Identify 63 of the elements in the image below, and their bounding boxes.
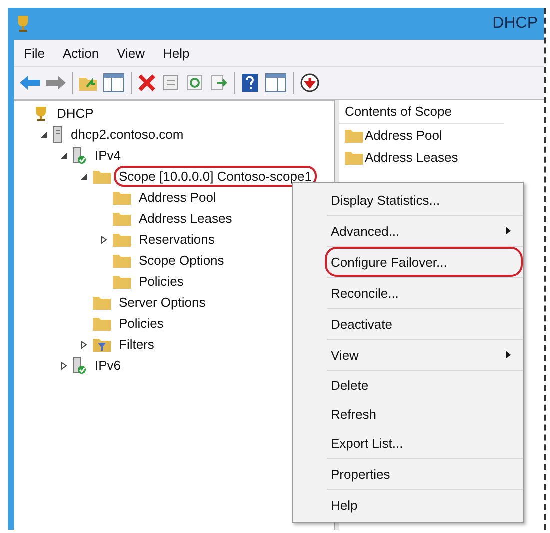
expand-arrow-icon[interactable] bbox=[81, 340, 87, 348]
tree-item[interactable]: Address Leases bbox=[134, 208, 238, 229]
help-icon[interactable] bbox=[241, 73, 259, 93]
column-header[interactable]: Contents of Scope bbox=[339, 100, 504, 124]
refresh-icon[interactable] bbox=[186, 74, 204, 92]
folder-icon bbox=[113, 274, 131, 289]
menu-item[interactable]: File bbox=[24, 46, 45, 60]
menu-item[interactable]: Refresh bbox=[325, 400, 523, 429]
tree-item[interactable]: IPv6 bbox=[90, 355, 126, 376]
folder-icon bbox=[113, 211, 131, 226]
action-pane-icon[interactable] bbox=[265, 73, 287, 93]
server-icon bbox=[53, 126, 63, 144]
trophy-icon bbox=[16, 15, 30, 33]
folder-icon bbox=[93, 169, 111, 184]
menu-item[interactable]: View bbox=[325, 340, 523, 370]
expand-arrow-icon[interactable] bbox=[101, 236, 107, 244]
window-title: DHCP bbox=[492, 15, 538, 33]
menu-item[interactable]: Help bbox=[325, 490, 523, 520]
list-item[interactable]: Address Leases bbox=[365, 150, 458, 164]
server-check-icon bbox=[73, 146, 87, 164]
menu-item[interactable]: Action bbox=[62, 46, 100, 60]
folder-icon bbox=[345, 128, 363, 142]
tree-item[interactable]: Server Options bbox=[114, 292, 211, 313]
folder-icon bbox=[113, 253, 131, 268]
tree-item[interactable]: dhcp2.contoso.com bbox=[66, 124, 189, 145]
menu-item[interactable]: Deactivate bbox=[325, 309, 523, 339]
menu-item[interactable]: Delete bbox=[325, 371, 523, 400]
tree-item[interactable]: Policies bbox=[134, 271, 189, 292]
collapse-arrow-icon[interactable] bbox=[41, 132, 47, 138]
menu-item[interactable]: Reconcile... bbox=[325, 278, 523, 308]
folder-icon bbox=[93, 316, 111, 331]
folder-icon bbox=[113, 232, 131, 247]
trophy-icon bbox=[33, 106, 49, 122]
forward-arrow-icon[interactable] bbox=[46, 76, 66, 90]
filter-folder-icon bbox=[93, 337, 111, 352]
menu-item[interactable]: Advanced... bbox=[325, 216, 523, 246]
menu-item[interactable]: Display Statistics... bbox=[325, 185, 523, 215]
folder-up-icon[interactable] bbox=[79, 75, 97, 91]
back-arrow-icon[interactable] bbox=[20, 76, 40, 90]
console-tree-icon[interactable] bbox=[103, 73, 125, 93]
tree-item[interactable]: Address Pool bbox=[134, 187, 222, 208]
menu-item[interactable]: Export List... bbox=[325, 429, 523, 458]
tree-item[interactable]: Filters bbox=[114, 334, 160, 355]
folder-icon bbox=[113, 190, 131, 205]
menu-item[interactable]: View bbox=[117, 46, 146, 60]
menu-item[interactable]: Properties bbox=[325, 459, 523, 489]
folder-icon bbox=[93, 295, 111, 310]
menu-item[interactable]: Configure Failover... bbox=[325, 247, 523, 277]
expand-arrow-icon[interactable] bbox=[61, 362, 67, 370]
tree-item[interactable]: Scope Options bbox=[134, 250, 230, 271]
folder-icon bbox=[345, 150, 363, 164]
delete-icon[interactable] bbox=[138, 74, 156, 92]
properties-icon[interactable] bbox=[162, 74, 180, 92]
collapse-arrow-icon[interactable] bbox=[81, 174, 87, 180]
tree-item[interactable]: Reservations bbox=[134, 229, 220, 250]
collapse-arrow-icon[interactable] bbox=[61, 152, 67, 158]
export-icon[interactable] bbox=[210, 74, 228, 92]
tree-item[interactable]: IPv4 bbox=[90, 145, 126, 166]
server-check-icon bbox=[73, 356, 87, 374]
menu-item[interactable]: Help bbox=[163, 46, 190, 60]
tree-item[interactable]: DHCP bbox=[52, 103, 99, 124]
list-item[interactable]: Address Pool bbox=[365, 128, 442, 142]
tree-item[interactable]: Policies bbox=[114, 313, 169, 334]
